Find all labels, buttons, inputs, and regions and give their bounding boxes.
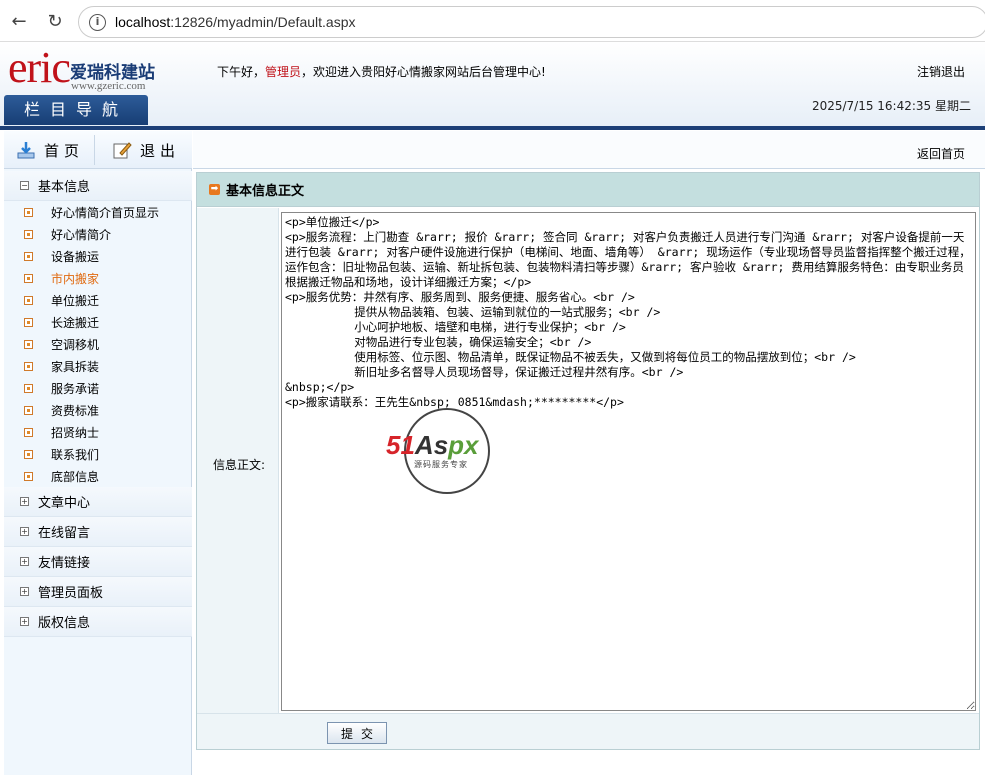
menu-group-admin-panel[interactable]: + 管理员面板 (4, 577, 192, 607)
content-editor-wrap (281, 212, 976, 711)
site-header: eric 爱瑞科建站 www.gzeric.com 下午好，管理员，欢迎进入贵阳… (0, 42, 985, 130)
bullet-icon (24, 383, 33, 393)
sidebar-item[interactable]: 资费标准 (4, 399, 192, 421)
nav-title-tab: 栏目导航 (4, 95, 148, 125)
bullet-icon (24, 339, 33, 349)
sidebar-item[interactable]: 好心情简介 (4, 223, 192, 245)
browser-toolbar: ← ↻ i localhost:12826/myadmin/Default.as… (0, 0, 985, 42)
edit-exit-icon (112, 140, 132, 160)
sidebar-item[interactable]: 服务承诺 (4, 377, 192, 399)
menu-group-articles[interactable]: + 文章中心 (4, 487, 192, 517)
download-home-icon (16, 140, 36, 160)
sidebar-item-label: 招贤纳士 (51, 425, 100, 440)
logo-wordmark: eric (8, 43, 71, 92)
logo-url: www.gzeric.com (71, 80, 146, 92)
sidebar-menu: − 基本信息 好心情简介首页显示 好心情简介设备搬运市内搬家单位搬迁长途搬迁空调移… (4, 171, 192, 637)
header-divider (0, 126, 985, 130)
panel-title: 基本信息正文 (226, 184, 305, 199)
main-area: 返回首页 ➡ 基本信息正文 信息正文: 提交 (193, 131, 985, 775)
submit-row: 提交 (197, 713, 979, 749)
arrow-right-icon: ➡ (209, 184, 220, 195)
main-toolbar: 返回首页 (193, 131, 985, 169)
content-textarea[interactable] (281, 212, 976, 711)
sidebar-item-label: 好心情简介 (51, 227, 112, 242)
content-field-label: 信息正文: (213, 458, 266, 472)
sidebar-toolbar: 首页 退出 (4, 131, 192, 169)
sidebar-item[interactable]: 家具拆装 (4, 355, 192, 377)
sidebar-item-label: 资费标准 (51, 403, 100, 418)
sidebar-item[interactable]: 好心情简介首页显示 (4, 201, 192, 223)
sidebar-item-label: 底部信息 (51, 469, 100, 484)
bullet-icon (24, 405, 33, 415)
sidebar-item[interactable]: 联系我们 (4, 443, 192, 465)
sidebar-item[interactable]: 设备搬运 (4, 245, 192, 267)
sidebar-item[interactable]: 空调移机 (4, 333, 192, 355)
url-text[interactable]: localhost:12826/myadmin/Default.aspx (115, 14, 355, 30)
expand-icon[interactable]: + (20, 617, 29, 626)
bullet-icon (24, 229, 33, 239)
exit-label: 退出 (140, 141, 181, 160)
reload-icon[interactable]: ↻ (42, 8, 68, 34)
basic-info-items: 好心情简介首页显示 好心情简介设备搬运市内搬家单位搬迁长途搬迁空调移机家具拆装服务… (4, 201, 192, 487)
bullet-icon (24, 295, 33, 305)
collapse-icon[interactable]: − (20, 181, 29, 190)
admin-name: 管理员 (265, 65, 302, 79)
toolbar-divider (94, 135, 95, 165)
bullet-icon (24, 317, 33, 327)
sidebar-item-label: 空调移机 (51, 337, 100, 352)
bullet-icon (24, 471, 33, 481)
menu-group-links[interactable]: + 友情链接 (4, 547, 192, 577)
field-label-cell: 信息正文: (197, 208, 279, 713)
sidebar-item-label: 单位搬迁 (51, 293, 100, 308)
sidebar: 首页 退出 − 基本信息 好心情简介首页显示 好心情简介设备搬运市内搬家单位搬迁长… (4, 131, 192, 775)
expand-icon[interactable]: + (20, 557, 29, 566)
bullet-icon (24, 207, 33, 217)
back-home-link[interactable]: 返回首页 (917, 145, 965, 162)
sidebar-item[interactable]: 底部信息 (4, 465, 192, 487)
bullet-icon (24, 449, 33, 459)
sidebar-item-label: 设备搬运 (51, 249, 100, 264)
sidebar-item[interactable]: 招贤纳士 (4, 421, 192, 443)
welcome-message: 下午好，管理员，欢迎进入贵阳好心情搬家网站后台管理中心! (217, 65, 546, 79)
expand-icon[interactable]: + (20, 497, 29, 506)
sidebar-item-label: 服务承诺 (51, 381, 100, 396)
submit-button[interactable]: 提交 (327, 722, 387, 744)
bullet-icon (24, 273, 33, 283)
expand-icon[interactable]: + (20, 587, 29, 596)
bullet-icon (24, 427, 33, 437)
sidebar-item-label: 好心情简介首页显示 (51, 205, 160, 220)
home-label: 首页 (44, 141, 85, 160)
home-button[interactable]: 首页 (16, 137, 84, 163)
sidebar-item[interactable]: 市内搬家 (4, 267, 192, 289)
panel-header: ➡ 基本信息正文 (197, 173, 979, 207)
sidebar-item-label: 家具拆装 (51, 359, 100, 374)
bullet-icon (24, 361, 33, 371)
site-info-icon[interactable]: i (89, 14, 106, 31)
menu-group-basic-info[interactable]: − 基本信息 (4, 171, 192, 201)
expand-icon[interactable]: + (20, 527, 29, 536)
sidebar-item-label: 联系我们 (51, 447, 100, 462)
menu-group-copyright[interactable]: + 版权信息 (4, 607, 192, 637)
address-bar[interactable]: i localhost:12826/myadmin/Default.aspx (78, 6, 985, 38)
sidebar-item-label: 市内搬家 (51, 271, 100, 286)
bullet-icon (24, 251, 33, 261)
sidebar-item-label: 长途搬迁 (51, 315, 100, 330)
sidebar-item[interactable]: 单位搬迁 (4, 289, 192, 311)
sidebar-item[interactable]: 长途搬迁 (4, 311, 192, 333)
back-arrow-icon[interactable]: ← (6, 8, 32, 34)
menu-group-guestbook[interactable]: + 在线留言 (4, 517, 192, 547)
logout-link[interactable]: 注销退出 (917, 63, 965, 80)
datetime: 2025/7/15 16:42:35 星期二 (811, 99, 971, 113)
exit-button[interactable]: 退出 (112, 137, 180, 163)
content-panel: ➡ 基本信息正文 信息正文: 提交 (196, 172, 980, 750)
logo: eric 爱瑞科建站 www.gzeric.com (8, 43, 158, 94)
